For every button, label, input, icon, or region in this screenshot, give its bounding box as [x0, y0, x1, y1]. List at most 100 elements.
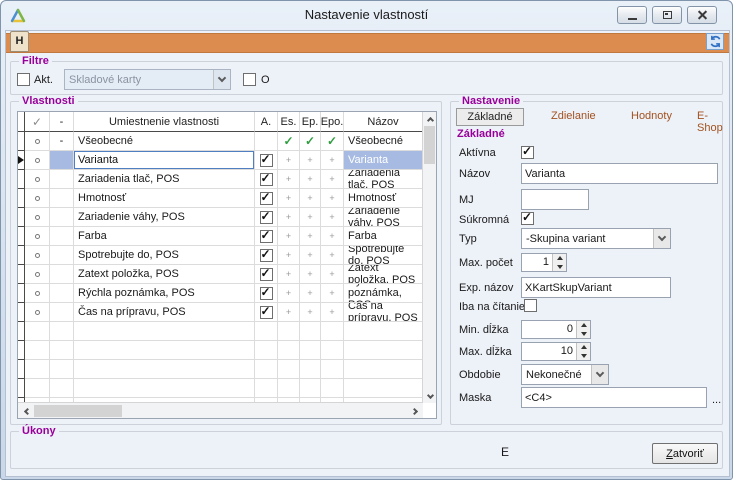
a-cell[interactable]	[255, 208, 278, 227]
spin-up-icon[interactable]	[577, 343, 590, 352]
a-cell[interactable]	[255, 189, 278, 208]
maximize-button[interactable]	[652, 6, 682, 24]
nazov-cell[interactable]: Zariadenie váhy, POS	[344, 208, 423, 227]
es-cell[interactable]: +	[278, 227, 300, 246]
umiestnenie-cell[interactable]: Zariadenie váhy, POS	[74, 208, 255, 227]
vertical-scroll-thumb[interactable]	[424, 126, 435, 164]
table-row[interactable]: Zariadenie váhy, POS + + + Zariadenie vá…	[18, 208, 423, 227]
umiestnenie-cell[interactable]: Rýchla poznámka, POS	[74, 284, 255, 303]
a-cell[interactable]	[255, 151, 278, 170]
title-bar[interactable]: Nastavenie vlastností	[1, 1, 732, 30]
nazov-cell[interactable]: Farba	[344, 227, 423, 246]
table-row[interactable]: Spotrebujte do, POS + + + Spotrebujte do…	[18, 246, 423, 265]
spin-up-icon[interactable]	[577, 321, 590, 330]
h-tab-button[interactable]: H	[10, 31, 29, 52]
maska-input[interactable]	[521, 387, 707, 408]
a-cell[interactable]	[255, 227, 278, 246]
spin-down-icon[interactable]	[553, 263, 566, 272]
a-checkbox[interactable]	[260, 173, 273, 186]
es-cell[interactable]: +	[278, 208, 300, 227]
a-cell[interactable]	[255, 265, 278, 284]
dash-cell[interactable]	[50, 246, 74, 265]
a-checkbox[interactable]	[260, 154, 273, 167]
table-row[interactable]: Zatext položka, POS + + + Zatext položka…	[18, 265, 423, 284]
a-cell[interactable]	[255, 284, 278, 303]
max-dlzka-spinner[interactable]: 10	[521, 342, 591, 361]
nazov-cell[interactable]: Varianta	[344, 151, 423, 170]
table-row[interactable]: Čas na prípravu, POS + + + Čas na prípra…	[18, 303, 423, 322]
minimize-button[interactable]	[617, 6, 647, 24]
ep-cell[interactable]: +	[300, 227, 321, 246]
a-checkbox[interactable]	[260, 192, 273, 205]
header-ep[interactable]: Ep.	[300, 112, 321, 132]
es-cell[interactable]: ✓	[278, 132, 300, 151]
typ-combo[interactable]: -Skupina variant	[521, 228, 671, 249]
ep-cell[interactable]: +	[300, 170, 321, 189]
dash-cell[interactable]	[50, 227, 74, 246]
typ-combo-dropdown[interactable]	[653, 229, 670, 248]
table-row[interactable]: Zariadenia tlač, POS + + + Zariadenia tl…	[18, 170, 423, 189]
inline-edit-field[interactable]: Varianta	[74, 151, 254, 169]
dash-cell[interactable]	[50, 284, 74, 303]
sukromna-checkbox[interactable]	[521, 212, 534, 225]
scroll-left-arrow[interactable]	[18, 404, 34, 418]
es-cell[interactable]: +	[278, 151, 300, 170]
nazov-cell[interactable]: Rýchla poznámka, POS	[344, 284, 423, 303]
dash-cell[interactable]	[50, 189, 74, 208]
epo-cell[interactable]: +	[321, 246, 344, 265]
spin-up-icon[interactable]	[553, 254, 566, 263]
dash-cell[interactable]	[50, 265, 74, 284]
table-row[interactable]: - Všeobecné ✓ ✓ ✓ Všeobecné	[18, 132, 423, 151]
obdobie-combo-dropdown[interactable]	[591, 365, 608, 384]
nazov-cell[interactable]: Hmotnosť	[344, 189, 423, 208]
epo-cell[interactable]: +	[321, 151, 344, 170]
card-type-combo[interactable]: Skladové karty	[64, 69, 231, 90]
ep-cell[interactable]: +	[300, 265, 321, 284]
ep-cell[interactable]: +	[300, 284, 321, 303]
scroll-up-arrow[interactable]	[423, 112, 437, 126]
a-checkbox[interactable]	[260, 287, 273, 300]
header-es[interactable]: Es.	[278, 112, 300, 132]
umiestnenie-cell[interactable]: Hmotnosť	[74, 189, 255, 208]
epo-cell[interactable]: +	[321, 265, 344, 284]
nazov-cell[interactable]: Zatext položka, POS	[344, 265, 423, 284]
umiestnenie-cell[interactable]: Zatext položka, POS	[74, 265, 255, 284]
ep-cell[interactable]: +	[300, 208, 321, 227]
a-cell[interactable]	[255, 246, 278, 265]
es-cell[interactable]: +	[278, 303, 300, 322]
card-type-combo-dropdown[interactable]	[213, 70, 230, 89]
ep-cell[interactable]: ✓	[300, 132, 321, 151]
tab-eshop[interactable]: E-Shop	[697, 110, 723, 134]
dash-cell[interactable]	[50, 170, 74, 189]
a-checkbox[interactable]	[260, 306, 273, 319]
obdobie-combo[interactable]: Nekonečné	[521, 364, 609, 385]
vertical-scrollbar[interactable]	[422, 112, 436, 403]
dash-cell[interactable]	[50, 208, 74, 227]
umiestnenie-cell[interactable]: Spotrebujte do, POS	[74, 246, 255, 265]
table-row[interactable]: Rýchla poznámka, POS + + + Rýchla poznám…	[18, 284, 423, 303]
es-cell[interactable]: +	[278, 284, 300, 303]
o-checkbox[interactable]	[243, 73, 256, 86]
dash-cell[interactable]	[50, 303, 74, 322]
horizontal-scroll-thumb[interactable]	[34, 405, 122, 417]
header-epo[interactable]: Epo.	[321, 112, 344, 132]
max-pocet-spinner[interactable]: 1	[521, 253, 567, 272]
umiestnenie-cell[interactable]: Zariadenia tlač, POS	[74, 170, 255, 189]
min-dlzka-spinner[interactable]: 0	[521, 320, 591, 339]
maska-more-button[interactable]: ...	[712, 394, 721, 406]
tab-hodnoty[interactable]: Hodnoty	[631, 110, 672, 122]
spin-down-icon[interactable]	[577, 330, 590, 339]
akt-checkbox[interactable]	[17, 73, 30, 86]
nazov-cell[interactable]: Čas na prípravu, POS	[344, 303, 423, 322]
ep-cell[interactable]: +	[300, 151, 321, 170]
es-cell[interactable]: +	[278, 265, 300, 284]
nazov-input[interactable]	[521, 163, 718, 184]
epo-cell[interactable]: +	[321, 284, 344, 303]
spin-down-icon[interactable]	[577, 352, 590, 361]
umiestnenie-cell[interactable]: Čas na prípravu, POS	[74, 303, 255, 322]
tab-zdielanie[interactable]: Zdielanie	[551, 110, 596, 122]
a-checkbox[interactable]	[260, 211, 273, 224]
nazov-cell[interactable]: Zariadenia tlač, POS	[344, 170, 423, 189]
umiestnenie-cell[interactable]: Farba	[74, 227, 255, 246]
epo-cell[interactable]: +	[321, 208, 344, 227]
